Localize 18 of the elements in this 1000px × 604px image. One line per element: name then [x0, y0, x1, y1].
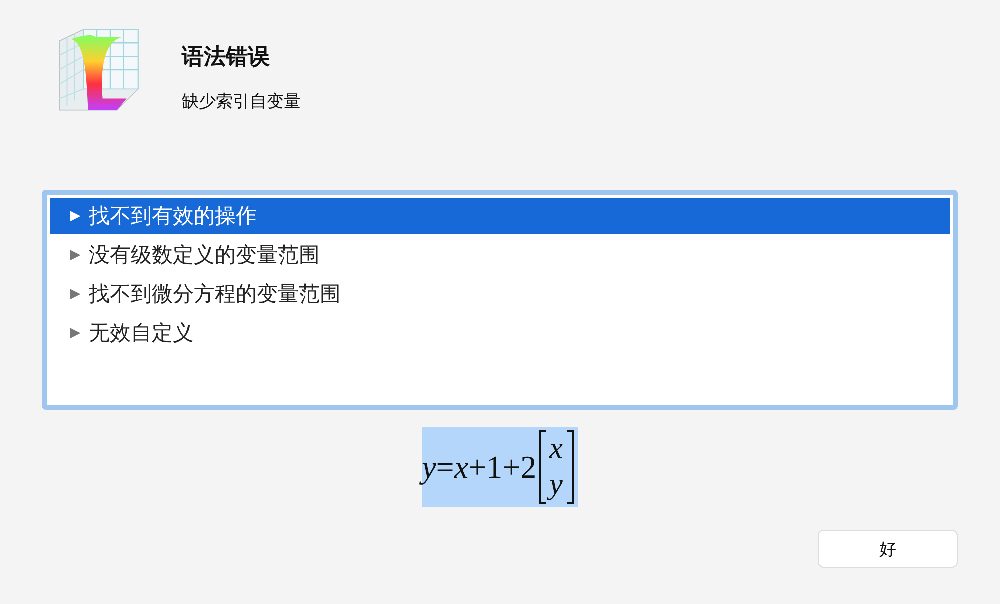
disclosure-triangle[interactable]: ▶	[70, 325, 81, 341]
disclosure-triangle[interactable]: ▶	[70, 208, 81, 224]
list-item-label: 无效自定义	[88, 320, 194, 347]
list-item-label: 没有级数定义的变量范围	[88, 242, 320, 269]
ok-button[interactable]: 好	[818, 530, 958, 568]
disclosure-triangle[interactable]: ▶	[70, 286, 81, 302]
formula-expression: y=x+1+2	[422, 448, 537, 486]
matrix-entry: x	[550, 431, 563, 467]
list-item-label: 找不到有效的操作	[88, 203, 257, 230]
list-item[interactable]: ▶ 找不到有效的操作	[50, 198, 950, 234]
matrix-entry: y	[550, 467, 563, 503]
list-item[interactable]: ▶ 找不到微分方程的变量范围	[50, 276, 950, 312]
list-item[interactable]: ▶ 无效自定义	[50, 315, 950, 351]
list-item[interactable]: ▶ 没有级数定义的变量范围	[50, 237, 950, 273]
list-item-label: 找不到微分方程的变量范围	[88, 281, 341, 308]
dialog-message: 缺少索引自变量	[182, 91, 301, 113]
dialog-title: 语法错误	[182, 44, 271, 72]
disclosure-triangle[interactable]: ▶	[70, 247, 81, 263]
